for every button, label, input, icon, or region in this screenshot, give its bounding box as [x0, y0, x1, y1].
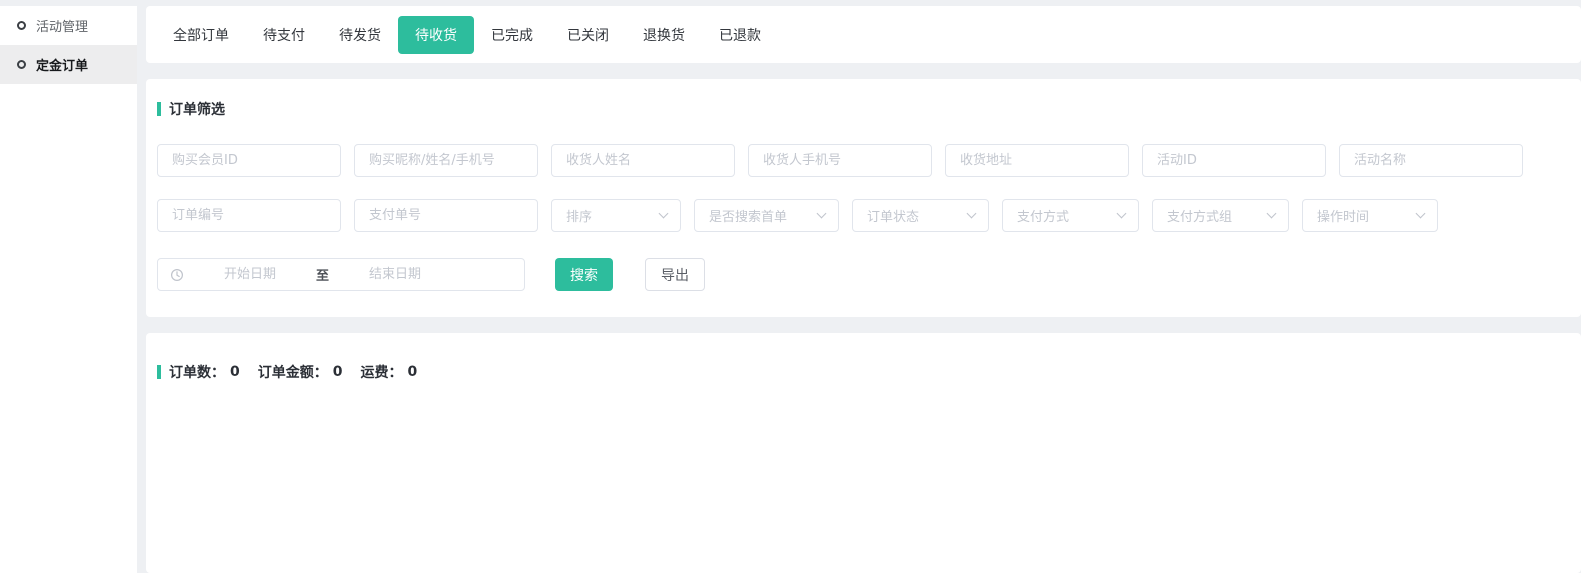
- order-count-label: 订单数：: [169, 362, 225, 382]
- search-button[interactable]: 搜索: [555, 258, 613, 291]
- payment-method-select[interactable]: 支付方式: [1002, 199, 1139, 232]
- order-number-input[interactable]: [157, 199, 341, 232]
- chevron-down-icon: [1117, 209, 1127, 219]
- circle-icon: [17, 21, 26, 30]
- tab-pending-receipt[interactable]: 待收货: [398, 16, 474, 54]
- buyer-nickname-name-phone-input[interactable]: [354, 144, 538, 177]
- order-summary-panel: 订单数： 0 订单金额： 0 运费： 0: [146, 333, 1581, 573]
- export-button[interactable]: 导出: [645, 258, 705, 291]
- accent-bar: [157, 102, 161, 116]
- chevron-down-icon: [817, 209, 827, 219]
- activity-name-input[interactable]: [1339, 144, 1523, 177]
- order-count-stat: 订单数： 0: [169, 362, 240, 382]
- select-placeholder: 是否搜索首单: [709, 206, 787, 225]
- filter-row-1: [157, 144, 1581, 177]
- sort-select[interactable]: 排序: [551, 199, 681, 232]
- clock-icon: [170, 268, 184, 282]
- tab-pending-shipment[interactable]: 待发货: [322, 16, 398, 54]
- filter-section-title: 订单筛选: [157, 99, 1581, 119]
- order-status-tabbar: 全部订单 待支付 待发货 待收货 已完成 已关闭 退换货 已退款: [146, 6, 1581, 63]
- tab-all-orders[interactable]: 全部订单: [156, 16, 246, 54]
- shipping-fee-stat: 运费： 0: [361, 362, 418, 382]
- circle-icon: [17, 60, 26, 69]
- chevron-down-icon: [659, 209, 669, 219]
- tab-pending-payment[interactable]: 待支付: [246, 16, 322, 54]
- select-placeholder: 订单状态: [867, 206, 919, 225]
- select-placeholder: 操作时间: [1317, 206, 1369, 225]
- date-range-separator: 至: [316, 265, 329, 284]
- order-amount-value: 0: [333, 364, 343, 380]
- sidebar-item-label: 活动管理: [36, 16, 88, 35]
- start-date-input[interactable]: [184, 260, 316, 289]
- sidebar-item-deposit-orders[interactable]: 定金订单: [0, 45, 137, 84]
- sidebar-item-activity-management[interactable]: 活动管理: [0, 6, 137, 45]
- consignee-name-input[interactable]: [551, 144, 735, 177]
- payment-method-group-select[interactable]: 支付方式组: [1152, 199, 1289, 232]
- chevron-down-icon: [1416, 209, 1426, 219]
- payment-number-input[interactable]: [354, 199, 538, 232]
- filter-row-3: 至 搜索 导出: [157, 258, 1581, 291]
- order-amount-stat: 订单金额： 0: [258, 362, 343, 382]
- order-count-value: 0: [230, 364, 240, 380]
- select-placeholder: 支付方式: [1017, 206, 1069, 225]
- sidebar-item-label: 定金订单: [36, 55, 88, 74]
- main-content: 全部订单 待支付 待发货 待收货 已完成 已关闭 退换货 已退款 订单筛选: [146, 6, 1581, 573]
- tab-closed[interactable]: 已关闭: [550, 16, 626, 54]
- consignee-phone-input[interactable]: [748, 144, 932, 177]
- search-first-order-select[interactable]: 是否搜索首单: [694, 199, 839, 232]
- tab-returns-exchanges[interactable]: 退换货: [626, 16, 702, 54]
- order-status-select[interactable]: 订单状态: [852, 199, 989, 232]
- order-filter-panel: 订单筛选 排序 是否搜索首单 订单状态: [146, 79, 1581, 317]
- tab-refunded[interactable]: 已退款: [702, 16, 778, 54]
- chevron-down-icon: [967, 209, 977, 219]
- accent-bar: [157, 365, 161, 379]
- order-summary-row: 订单数： 0 订单金额： 0 运费： 0: [157, 362, 1581, 382]
- filter-title-text: 订单筛选: [169, 99, 225, 119]
- tab-completed[interactable]: 已完成: [474, 16, 550, 54]
- order-amount-label: 订单金额：: [258, 362, 328, 382]
- date-range-picker[interactable]: 至: [157, 258, 525, 291]
- chevron-down-icon: [1267, 209, 1277, 219]
- shipping-fee-value: 0: [408, 364, 418, 380]
- select-placeholder: 排序: [566, 206, 592, 225]
- buyer-member-id-input[interactable]: [157, 144, 341, 177]
- filter-row-2: 排序 是否搜索首单 订单状态 支付方式 支付方式组 操作时间: [157, 199, 1581, 232]
- shipping-fee-label: 运费：: [361, 362, 403, 382]
- activity-id-input[interactable]: [1142, 144, 1326, 177]
- select-placeholder: 支付方式组: [1167, 206, 1232, 225]
- end-date-input[interactable]: [329, 260, 461, 289]
- sidebar: 活动管理 定金订单: [0, 6, 137, 573]
- shipping-address-input[interactable]: [945, 144, 1129, 177]
- operation-time-select[interactable]: 操作时间: [1302, 199, 1438, 232]
